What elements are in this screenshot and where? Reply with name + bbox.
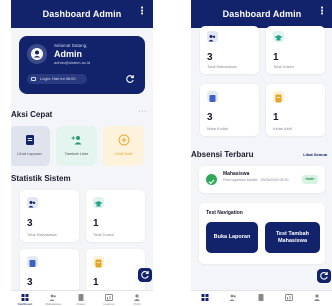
nav-label: Dashboard [17,302,33,306]
nav-item-laporan[interactable]: Laporan [95,291,123,306]
stat-label: Total Dosen [273,64,295,69]
stat-value: 3 [207,52,213,63]
nav-item-dashboard[interactable]: Dashboard [11,291,39,306]
action-tile-notif[interactable]: Lihat Notif [103,126,144,166]
school-icon [93,197,104,208]
nav-item-profil[interactable] [303,291,331,306]
attendance-item[interactable]: Mahasiswa Pemrograman Mobile - 25/06/202… [199,166,325,193]
stat-card-mahasiswa[interactable]: 3 Total Mahasiswa [200,26,259,74]
refresh-icon[interactable] [125,74,135,84]
people-icon [207,31,218,42]
bottom-nav [191,290,332,306]
plus-circle-icon [118,134,129,146]
nav-item-profil[interactable]: Profil [123,291,151,306]
quick-actions-title: Aksi Cepat [11,110,53,119]
test-add-student-button[interactable]: Test Tambah Mahasiswa [265,222,320,253]
app-bar: Dashboard Admin ⋮ [11,0,153,28]
stat-label: Mata Kuliah [207,126,229,131]
stats-title: Statistik Sistem [11,174,71,183]
stat-value: 3 [27,218,33,229]
stat-label: Total Mahasiswa [207,64,237,69]
action-label: Tambah User [64,151,89,156]
attendance-detail: Pemrograman Mobile - 25/06/2025 08:30 [223,178,289,182]
profile-card: Selamat Datang, Admin admin@sistem.ac.id… [19,36,145,94]
chart-icon [285,294,293,301]
refresh-fab[interactable] [317,269,331,283]
avatar [27,44,47,64]
welcome-text: Selamat Datang, [54,43,88,48]
action-label: Lihat Laporan [17,151,42,156]
person-icon [134,294,140,301]
nav-item-mahasiswa[interactable]: Mahasiswa [39,291,67,306]
nav-label: Profil [133,302,141,306]
people-icon [27,197,38,208]
grid-icon [21,294,29,301]
stat-value: 1 [93,277,99,288]
clock-icon [31,77,36,81]
open-report-button[interactable]: Buka Laporan [206,222,258,253]
attendance-name: Mahasiswa [223,171,250,177]
nav-item-dosen[interactable]: Dosen [67,291,95,306]
action-tile-laporan[interactable]: Lihat Laporan [11,126,50,166]
stat-card-dosen[interactable]: 1 Total Dosen [266,26,325,74]
nav-label: Laporan [103,302,115,306]
nav-item-dosen[interactable] [247,291,275,306]
grid-icon [201,294,209,301]
stat-card-matkul[interactable]: 3 Mata Kuliah [200,84,259,136]
check-circle-icon [206,174,217,185]
refresh-icon [141,270,149,279]
stat-value: 1 [93,218,99,229]
bottom-nav: Dashboard Mahasiswa Dosen Laporan Profil [11,290,153,306]
add-user-icon [71,136,81,145]
nav-item-dashboard[interactable] [191,291,219,306]
book-icon [27,256,38,267]
dashboard-screen-top: Dashboard Admin ⋮ Selamat Datang, Admin … [11,0,153,306]
user-name: Admin [54,49,82,59]
school-icon [273,31,284,42]
nav-item-laporan[interactable] [275,291,303,306]
stat-label: Total Dosen [93,232,115,237]
see-all-link[interactable]: Lihat Semua [303,152,327,157]
more-vert-icon[interactable]: ⋮ [137,7,147,17]
stat-label: Kelas Aktif [273,126,292,131]
test-navigation-title: Test Navigation [206,210,243,216]
last-login-chip: Login: Hari ini 08:00 [27,74,87,84]
chart-icon [105,294,113,301]
stat-card-mahasiswa[interactable]: 3 Total Mahasiswa [20,190,79,242]
attendance-title: Absensi Terbaru [191,150,254,159]
more-vert-icon[interactable]: ⋮ [317,7,327,17]
stat-card-kelas[interactable]: 1 Kelas Aktif [266,84,325,136]
document-icon [78,294,84,301]
stat-card-dosen[interactable]: 1 Total Dosen [86,190,145,242]
app-title: Dashboard Admin [42,9,122,19]
status-badge: Hadir [302,175,318,184]
document-icon [258,294,264,301]
class-icon [273,91,284,103]
stat-value: 3 [207,112,213,123]
last-login-text: Login: Hari ini 08:00 [40,76,76,81]
nav-label: Dosen [76,302,86,306]
refresh-fab[interactable] [138,268,152,282]
stat-value: 1 [273,112,279,123]
nav-label: Mahasiswa [45,302,61,306]
stat-label: Total Mahasiswa [27,232,57,237]
person-icon [314,294,320,301]
user-email: admin@sistem.ac.id [54,60,91,65]
document-icon [25,135,34,145]
app-bar: Dashboard Admin ⋮ [191,0,332,28]
people-icon [49,294,56,301]
action-label: Lihat Notif [114,151,133,156]
people-icon [229,294,236,301]
class-icon [93,256,104,268]
refresh-icon [320,271,328,280]
dashboard-screen-bottom: Dashboard Admin ⋮ 3 Total Mahasiswa 1 To… [191,0,332,306]
app-title: Dashboard Admin [222,9,302,19]
nav-item-mahasiswa[interactable] [219,291,247,306]
more-horiz-icon[interactable]: ··· [139,108,148,115]
action-tile-tambah-user[interactable]: Tambah User [56,126,97,166]
stat-value: 1 [273,52,279,63]
test-navigation-card: Test Navigation Buka Laporan Test Tambah… [199,203,325,264]
stat-value: 3 [27,277,33,288]
book-icon [207,91,218,102]
